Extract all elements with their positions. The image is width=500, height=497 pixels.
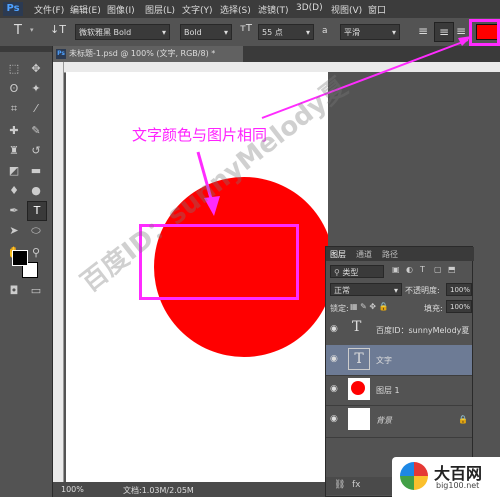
arrow-head-upper: [458, 36, 472, 46]
annotation-arrows: [196, 36, 472, 216]
site-logo: 大百网 big100.net: [392, 457, 500, 497]
site-logo-icon: [400, 462, 428, 490]
site-url: big100.net: [436, 481, 480, 490]
